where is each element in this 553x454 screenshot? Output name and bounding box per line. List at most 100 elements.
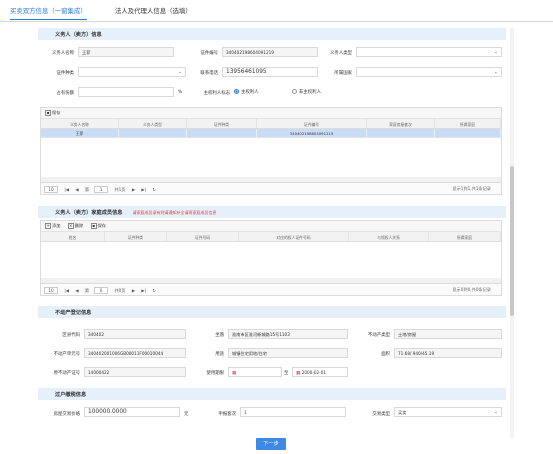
location-field[interactable]: 淮南市区淮河新城路15号1103 — [228, 329, 348, 339]
transfer-section-header: 过户缴税信息 — [38, 388, 506, 400]
area-code-field[interactable]: 340402 — [84, 329, 186, 339]
unit-no-field[interactable]: 340402001006GB00011F00010044 — [84, 348, 186, 358]
period-start-field[interactable]: ▦ — [228, 367, 282, 377]
column-header[interactable]: 证件种类 — [105, 232, 167, 241]
radio-non-rightholder[interactable]: 非主权利人 — [292, 89, 321, 95]
family-section-header: 义务人（卖方）家庭成员信息 请家庭成员录有则请通知补全请再家庭成员信息 — [38, 206, 506, 218]
tab-buyer-seller-info[interactable]: 买卖双方信息（一窗集成） — [10, 6, 87, 20]
column-header[interactable]: 所属家庭 — [435, 119, 501, 128]
price-label: 房屋交易价格 — [53, 412, 80, 417]
family-pager: 10 |◀ ◀ 第0 共0页 ▶ ▶| ↻ 显示0到0,共0条记录 — [40, 284, 502, 296]
page-size-select[interactable]: 10 — [44, 186, 58, 193]
page-input[interactable]: 1 — [94, 186, 109, 193]
family-grid-toolbar: + 添加 × 删除 ▪ 保存 — [41, 221, 501, 232]
property-type-label: 不动产类型 — [368, 333, 390, 338]
add-icon: + — [45, 223, 51, 229]
orig-cert-label: 原不动产证号 — [53, 371, 80, 376]
page-size-select[interactable]: 10 — [44, 287, 58, 294]
horizontal-scrollbar[interactable] — [41, 278, 501, 283]
pager-info: 显示1到1,共1条记录 — [452, 186, 491, 191]
radio-rightholder[interactable]: 主权利人 — [234, 89, 259, 95]
next-step-button[interactable]: 下一步 — [256, 438, 286, 450]
obligor-grid: ▪ 保存 义务人名称 义务人类型 证件种类 证件编号 家庭房屋套次 所属家庭 王菲… — [40, 107, 502, 183]
obligor-section-title: 义务人（卖方）信息 — [55, 32, 102, 38]
column-header[interactable]: 家庭房屋套次 — [367, 119, 435, 128]
area-field[interactable]: 71.68/ 940/45.19 — [394, 348, 502, 358]
share-label: 占有份额 — [56, 91, 74, 96]
chevron-down-icon: ⌄ — [177, 69, 182, 75]
refresh-icon[interactable]: ↻ — [152, 187, 156, 192]
obligor-type-label: 义务人类型 — [330, 51, 352, 56]
trade-type-select[interactable]: 买卖 ⌄ — [394, 407, 502, 417]
column-header[interactable]: 义务人名称 — [41, 119, 119, 128]
scrollbar-thumb[interactable] — [510, 166, 514, 316]
column-header[interactable]: 证件种类 — [187, 119, 257, 128]
obligor-save-button[interactable]: ▪ 保存 — [45, 110, 60, 116]
obligor-name-field[interactable]: 王菲 — [78, 47, 174, 57]
column-header[interactable]: 所属家庭 — [429, 232, 501, 241]
count-label: 申报套次 — [218, 412, 236, 417]
use-field[interactable]: 城镇住宅用地/住宅 — [228, 348, 348, 358]
cert-no-label: 证件编号 — [200, 51, 218, 56]
rightholder-flag-label: 主权利人标志 — [203, 91, 230, 96]
obligor-grid-header: 义务人名称 义务人类型 证件种类 证件编号 家庭房屋套次 所属家庭 — [41, 119, 501, 129]
period-end-field[interactable]: ▦ 2000-02-01 — [292, 367, 348, 377]
page-input[interactable]: 0 — [94, 287, 109, 294]
country-select[interactable]: ⌄ — [356, 67, 502, 77]
obligor-grid-body: 王菲 340402198604091219 — [41, 129, 501, 182]
prev-page-icon[interactable]: ◀ — [75, 288, 78, 293]
transfer-section-title: 过户缴税信息 — [55, 392, 87, 398]
property-type-field[interactable]: 土地/房屋 — [394, 329, 502, 339]
column-header[interactable]: 与领权人关系 — [349, 232, 429, 241]
radio-checked-icon — [234, 89, 239, 94]
total-pages: 共1页 — [114, 186, 126, 192]
next-page-icon[interactable]: ▶ — [132, 187, 135, 192]
radio-non-rightholder-label: 非主权利人 — [299, 90, 321, 95]
first-page-icon[interactable]: |◀ — [64, 187, 69, 192]
tab-bar: 买卖双方信息（一窗集成） 法人及代理人信息（选填） — [0, 0, 553, 22]
family-grid: + 添加 × 删除 ▪ 保存 姓名 证件种类 证件号码 对应的权人证件号码 与领权人关… — [40, 220, 502, 284]
family-grid-body — [41, 242, 501, 283]
family-warning: 请家庭成员录有则请通知补全请再家庭成员信息 — [132, 210, 217, 215]
share-field[interactable] — [78, 87, 174, 97]
table-cell: 王菲 — [41, 129, 119, 137]
family-save-button[interactable]: ▪ 保存 — [90, 223, 106, 229]
last-page-icon[interactable]: ▶| — [141, 187, 146, 192]
delete-member-button[interactable]: × 删除 — [67, 223, 83, 229]
table-row[interactable]: 王菲 340402198604091219 — [41, 129, 501, 138]
area-code-label: 区县代码 — [62, 333, 80, 338]
phone-field[interactable]: 13956461095 — [222, 67, 318, 77]
trade-type-label: 交易类型 — [372, 412, 390, 417]
app-root: 买卖双方信息（一窗集成） 法人及代理人信息（选填） 义务人（卖方）信息 义务人名… — [0, 0, 553, 454]
property-section-title: 不动产登记信息 — [55, 310, 92, 316]
pager-info: 显示0到0,共0条记录 — [452, 287, 491, 292]
next-page-icon[interactable]: ▶ — [132, 288, 135, 293]
price-field[interactable]: 100000.0000 — [84, 407, 180, 417]
page-label: 第 — [84, 287, 90, 293]
horizontal-scrollbar[interactable] — [41, 177, 501, 182]
table-cell — [435, 129, 501, 137]
tab-legal-agent-info[interactable]: 法人及代理人信息（选填） — [115, 6, 192, 15]
vertical-scrollbar[interactable] — [510, 28, 514, 438]
add-member-button[interactable]: + 添加 — [45, 223, 60, 229]
cert-type-select[interactable]: ⌄ — [78, 67, 186, 77]
column-header[interactable]: 对应的权人证件号码 — [239, 232, 349, 241]
column-header[interactable]: 姓名 — [41, 232, 105, 241]
column-header[interactable]: 证件号码 — [167, 232, 239, 241]
phone-label: 联系电话 — [200, 71, 218, 76]
location-label: 坐落 — [215, 333, 224, 338]
column-header[interactable]: 义务人类型 — [119, 119, 187, 128]
refresh-icon[interactable]: ↻ — [152, 288, 156, 293]
count-field[interactable]: 1 — [240, 407, 346, 417]
use-label: 用途 — [215, 352, 224, 357]
family-section-title: 义务人（卖方）家庭成员信息 — [55, 210, 123, 216]
orig-cert-field[interactable]: 14000422 — [84, 367, 186, 377]
column-header[interactable]: 证件编号 — [257, 119, 367, 128]
first-page-icon[interactable]: |◀ — [64, 288, 69, 293]
obligor-type-select[interactable]: ⌄ — [356, 47, 502, 57]
prev-page-icon[interactable]: ◀ — [75, 187, 78, 192]
unit-no-label: 不动产单元号 — [53, 352, 80, 357]
obligor-section-header: 义务人（卖方）信息 — [38, 28, 506, 40]
cert-no-field[interactable]: 340402198604091219 — [222, 47, 318, 57]
last-page-icon[interactable]: ▶| — [141, 288, 146, 293]
